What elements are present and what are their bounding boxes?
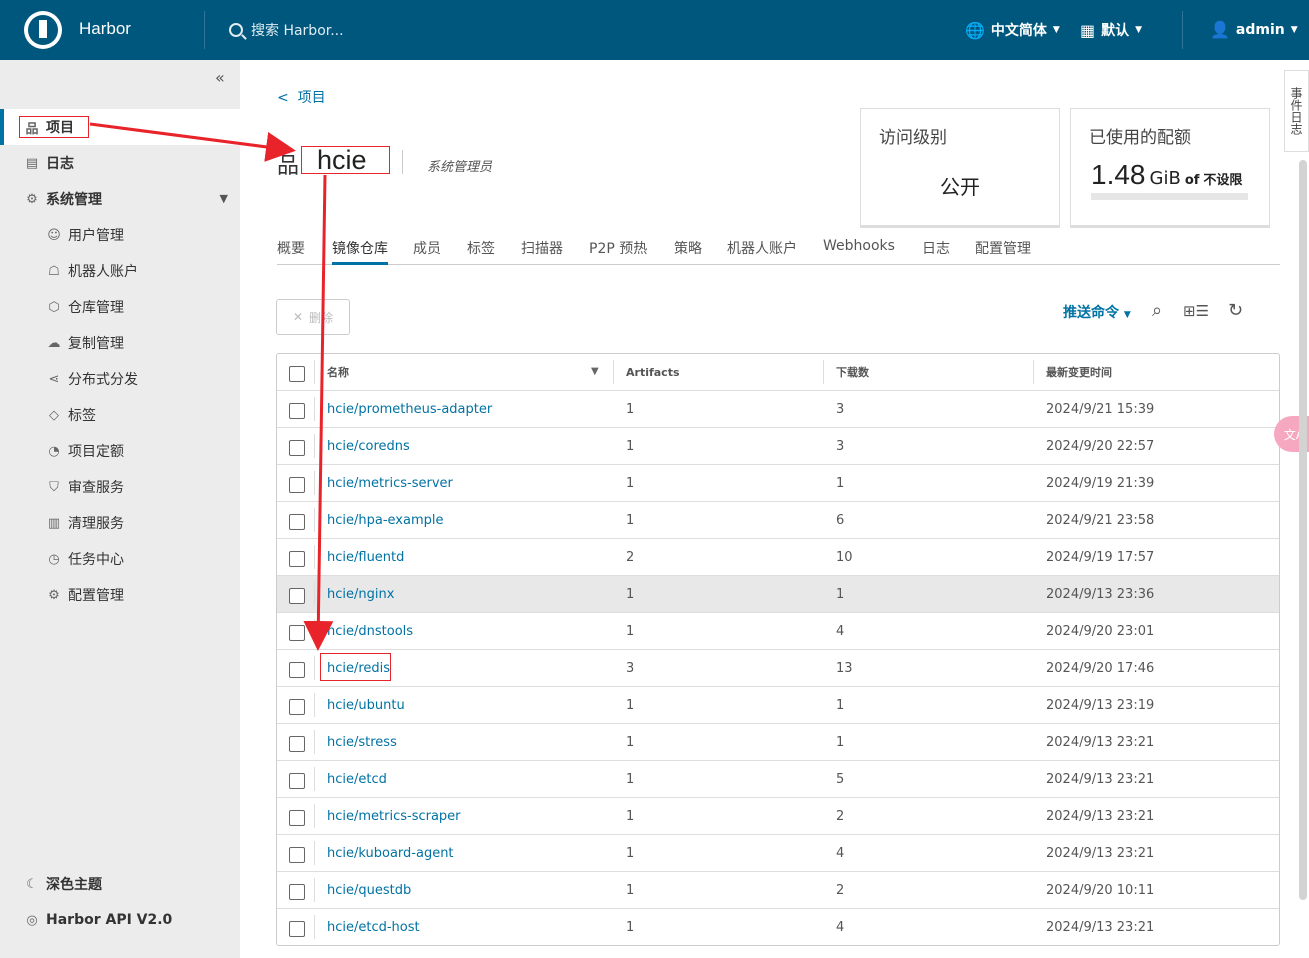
annotation-arrows [89, 122, 334, 651]
event-log-tab[interactable]: 事件日志 [1284, 70, 1309, 152]
annotation-arrow [303, 174, 334, 651]
annotation-arrow [89, 122, 296, 162]
page-scrollbar[interactable] [1299, 160, 1307, 900]
